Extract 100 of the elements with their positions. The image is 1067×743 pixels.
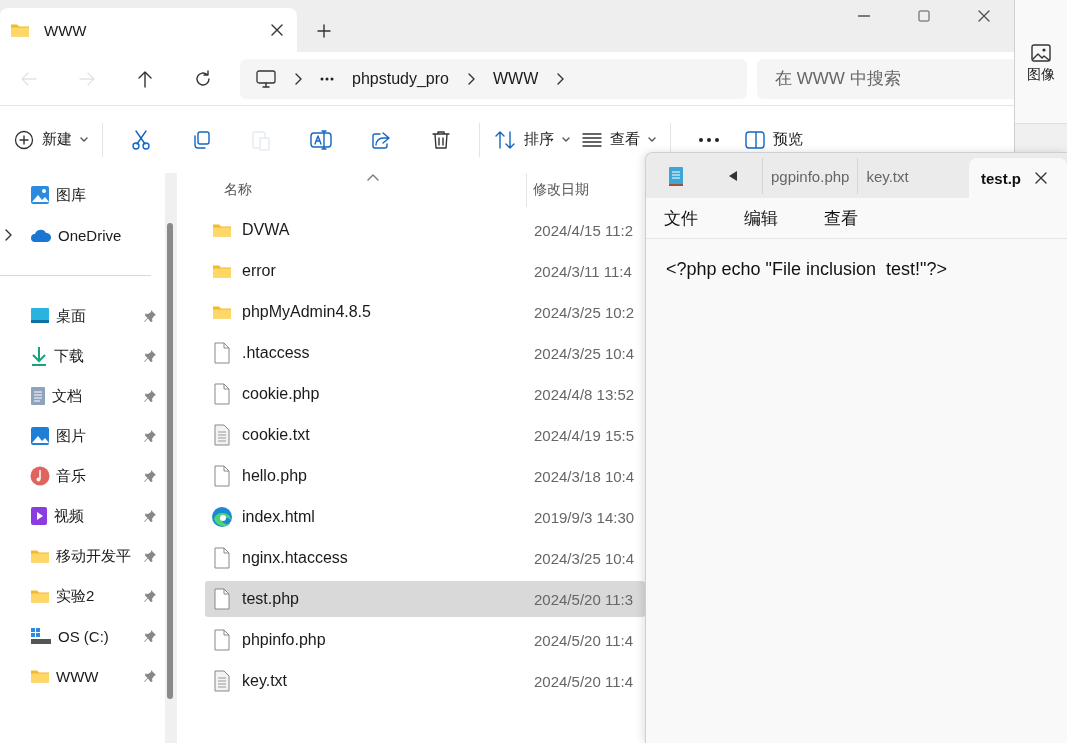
pin-icon: [143, 549, 157, 563]
pin-icon: [143, 589, 157, 603]
file-name: key.txt: [241, 672, 289, 690]
list-icon: [582, 131, 602, 148]
file-name: test.php: [241, 590, 300, 608]
file-date: 2024/3/25 10:2: [534, 303, 635, 321]
preview-button[interactable]: 预览: [739, 127, 809, 152]
breadcrumb[interactable]: WWW: [492, 69, 539, 88]
preview-pane-icon: [745, 130, 765, 149]
folder-icon: [30, 668, 50, 684]
explorer-tab[interactable]: WWW: [0, 8, 297, 52]
column-header[interactable]: 修改日期: [533, 181, 589, 199]
notepad-tab[interactable]: pgpinfo.php: [762, 158, 858, 194]
sidebar-item[interactable]: 图库: [0, 175, 165, 215]
file-name: error: [241, 262, 277, 280]
sort-button[interactable]: 排序: [488, 127, 576, 152]
folder-icon: [30, 548, 50, 564]
file-name: hello.php: [241, 467, 308, 485]
folder-icon: [212, 263, 232, 279]
menu-item[interactable]: 文件: [654, 202, 708, 234]
menu-item[interactable]: 查看: [814, 202, 868, 234]
sidebar-item[interactable]: 图片: [0, 416, 165, 456]
new-button[interactable]: 新建: [8, 127, 94, 152]
file-row[interactable]: hello.php 2024/3/18 10:4: [205, 458, 645, 494]
file-row[interactable]: phpinfo.php 2024/5/20 11:4: [205, 622, 645, 658]
text-file-icon: [213, 424, 231, 446]
sidebar-label: WWW: [56, 667, 100, 685]
caret-icon: [562, 137, 570, 142]
sort-caret-icon: [367, 173, 379, 181]
folder-icon: [10, 22, 30, 38]
file-row[interactable]: phpMyAdmin4.8.5 2024/3/25 10:2: [205, 294, 645, 330]
close-icon: [1035, 172, 1047, 184]
editor-text: <?php echo "File inclusion test!"?>: [665, 258, 948, 281]
file-date: 2024/5/20 11:4: [534, 631, 633, 649]
file-row[interactable]: error 2024/3/11 11:4: [205, 253, 645, 289]
file-row[interactable]: cookie.php 2024/4/8 13:52: [205, 376, 645, 412]
close-icon: [978, 10, 990, 22]
pin-icon: [143, 509, 157, 523]
file-date: 2024/4/19 15:5: [534, 426, 635, 444]
copy-icon: [191, 129, 211, 150]
notepad-icon: [668, 165, 684, 187]
column-header[interactable]: 名称: [205, 181, 526, 199]
file-row[interactable]: .htaccess 2024/3/25 10:4: [205, 335, 645, 371]
file-row[interactable]: key.txt 2024/5/20 11:4: [205, 663, 645, 699]
sidebar-label: 音乐: [56, 466, 87, 486]
sidebar-item[interactable]: 实验2: [0, 576, 165, 616]
sidebar-item[interactable]: 下载: [0, 336, 165, 376]
file-date: 2019/9/3 14:30: [534, 508, 635, 526]
notepad-tab[interactable]: key.txt: [857, 158, 917, 194]
file-row[interactable]: cookie.txt 2024/4/19 15:5: [205, 417, 645, 453]
file-date: 2024/3/11 11:4: [534, 262, 632, 280]
notepad-tab[interactable]: test.p: [969, 158, 1067, 198]
file-name: index.html: [241, 508, 316, 526]
text-file-icon: [213, 670, 231, 692]
file-date: 2024/5/20 11:3: [534, 590, 633, 608]
pin-icon: [143, 429, 157, 443]
chevron-icon: [466, 72, 475, 85]
sidebar-label: 视频: [54, 506, 85, 526]
cloud-icon: [30, 227, 52, 243]
sidebar-item[interactable]: 音乐: [0, 456, 165, 496]
file-date: 2024/3/25 10:4: [534, 549, 635, 567]
sidebar-item[interactable]: 文档: [0, 376, 165, 416]
sidebar-item[interactable]: 视频: [0, 496, 165, 536]
sidebar-item[interactable]: OneDrive: [0, 215, 165, 255]
pin-icon: [143, 389, 157, 403]
file-row[interactable]: nginx.htaccess 2024/3/25 10:4: [205, 540, 645, 576]
sort-icon: [494, 129, 516, 150]
breadcrumb[interactable]: phpstudy_pro: [352, 69, 449, 88]
file-icon: [213, 547, 231, 569]
view-button[interactable]: 查看: [576, 127, 662, 152]
file-row[interactable]: index.html 2019/9/3 14:30: [205, 499, 645, 535]
more-icon[interactable]: [698, 136, 720, 143]
file-row[interactable]: DVWA 2024/4/15 11:2: [205, 212, 645, 248]
tab-title: WWW: [44, 21, 88, 39]
scrollbar[interactable]: [165, 173, 177, 743]
more-icon[interactable]: [320, 76, 334, 81]
sidebar-label: 图片: [56, 426, 87, 446]
sidebar-label: 实验2: [56, 586, 96, 606]
clipboard-icon: [251, 128, 271, 151]
sidebar-item[interactable]: OS (C:): [0, 616, 165, 656]
file-name: phpinfo.php: [241, 631, 327, 649]
sidebar-item[interactable]: WWW: [0, 656, 165, 696]
address-bar[interactable]: phpstudy_pro WWW: [240, 58, 747, 99]
sidebar-item[interactable]: 桌面: [0, 296, 165, 336]
file-name: cookie.php: [241, 385, 321, 403]
file-icon: [213, 383, 231, 405]
plus-icon: [317, 24, 331, 38]
menu-item[interactable]: 编辑: [734, 202, 788, 234]
chevron-icon: [556, 72, 565, 85]
file-name: DVWA: [241, 221, 291, 239]
drive-icon: [30, 627, 52, 645]
file-date: 2024/3/25 10:4: [534, 344, 635, 362]
file-name: .htaccess: [241, 344, 311, 362]
download-icon: [30, 346, 48, 366]
sidebar-item[interactable]: 移动开发平: [0, 536, 165, 576]
refresh-icon[interactable]: [193, 68, 213, 89]
search-field[interactable]: 在 WWW 中搜索: [757, 58, 1014, 99]
file-row[interactable]: test.php 2024/5/20 11:3: [205, 581, 645, 617]
file-date: 2024/5/20 11:4: [534, 672, 633, 690]
pin-icon: [143, 629, 157, 643]
